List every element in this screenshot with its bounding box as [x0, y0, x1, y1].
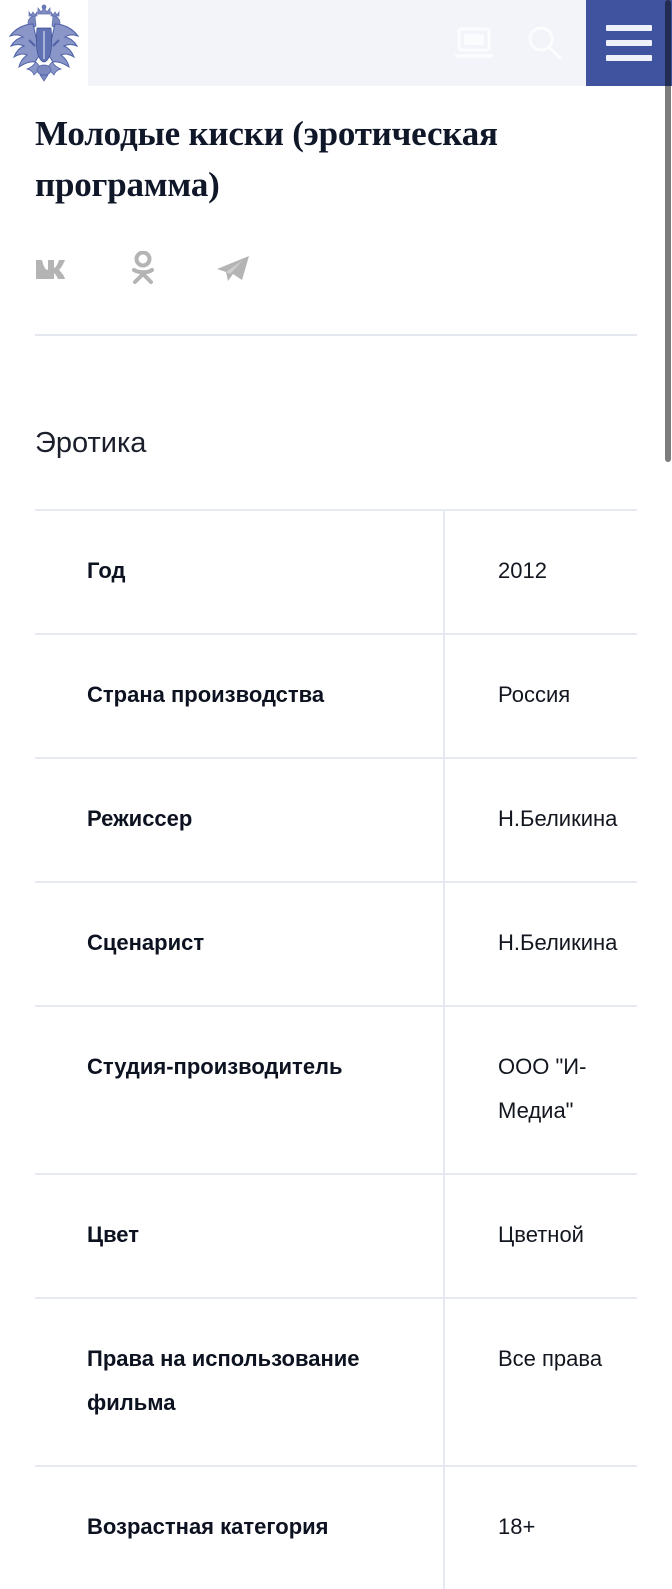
row-value: Все права [498, 1346, 603, 1371]
vk-icon[interactable] [35, 250, 71, 286]
row-label: Режиссер [35, 758, 445, 882]
table-row: Права на использование фильма Все права [35, 1298, 637, 1466]
row-value: 2012 [498, 558, 547, 583]
row-label: Год [35, 510, 445, 634]
table-row: Страна производства Россия [35, 634, 637, 758]
section-title: Эротика [35, 427, 147, 459]
page-scrollbar[interactable] [665, 0, 672, 1280]
table-row: Режиссер Н.Беликина [35, 758, 637, 882]
laptop-icon[interactable] [446, 15, 502, 71]
page-content: Молодые киски (эротическая программа) Эр… [0, 86, 672, 1589]
table-row: Возрастная категория 18+ [35, 1466, 637, 1589]
row-value: 18+ [498, 1514, 536, 1539]
odnoklassniki-icon[interactable] [125, 250, 161, 286]
hamburger-menu-button[interactable] [586, 0, 672, 86]
page-title: Молодые киски (эротическая программа) [35, 114, 498, 204]
table-row: Цвет Цветной [35, 1174, 637, 1298]
row-label: Цвет [35, 1174, 445, 1298]
hamburger-bar-2 [606, 40, 652, 46]
share-buttons [35, 228, 637, 308]
row-value: Н.Беликина [498, 806, 618, 831]
telegram-icon[interactable] [215, 250, 251, 286]
scrollbar-thumb-top-segment[interactable] [665, 0, 671, 86]
row-label: Страна производства [35, 634, 445, 758]
table-row: Студия-производитель ООО "И-Медиа" [35, 1006, 637, 1174]
row-label: Студия-производитель [35, 1006, 445, 1174]
row-label: Возрастная категория [35, 1466, 445, 1589]
row-label: Сценарист [35, 882, 445, 1006]
hamburger-bar-1 [606, 25, 652, 31]
coat-of-arms-logo[interactable] [0, 0, 88, 86]
row-value: Цветной [498, 1222, 584, 1247]
film-info-table-body: Год 2012 Страна производства Россия Режи… [35, 510, 637, 1589]
row-value: ООО "И-Медиа" [498, 1054, 587, 1123]
row-value: Н.Беликина [498, 930, 618, 955]
table-row: Год 2012 [35, 510, 637, 634]
header-toolbar [88, 0, 672, 86]
site-header [0, 0, 672, 86]
search-icon[interactable] [516, 15, 572, 71]
hamburger-bar-3 [606, 55, 652, 61]
row-label: Права на использование фильма [35, 1298, 445, 1466]
row-value: Россия [498, 682, 571, 707]
table-row: Сценарист Н.Беликина [35, 882, 637, 1006]
film-info-table: Год 2012 Страна производства Россия Режи… [35, 509, 637, 1589]
